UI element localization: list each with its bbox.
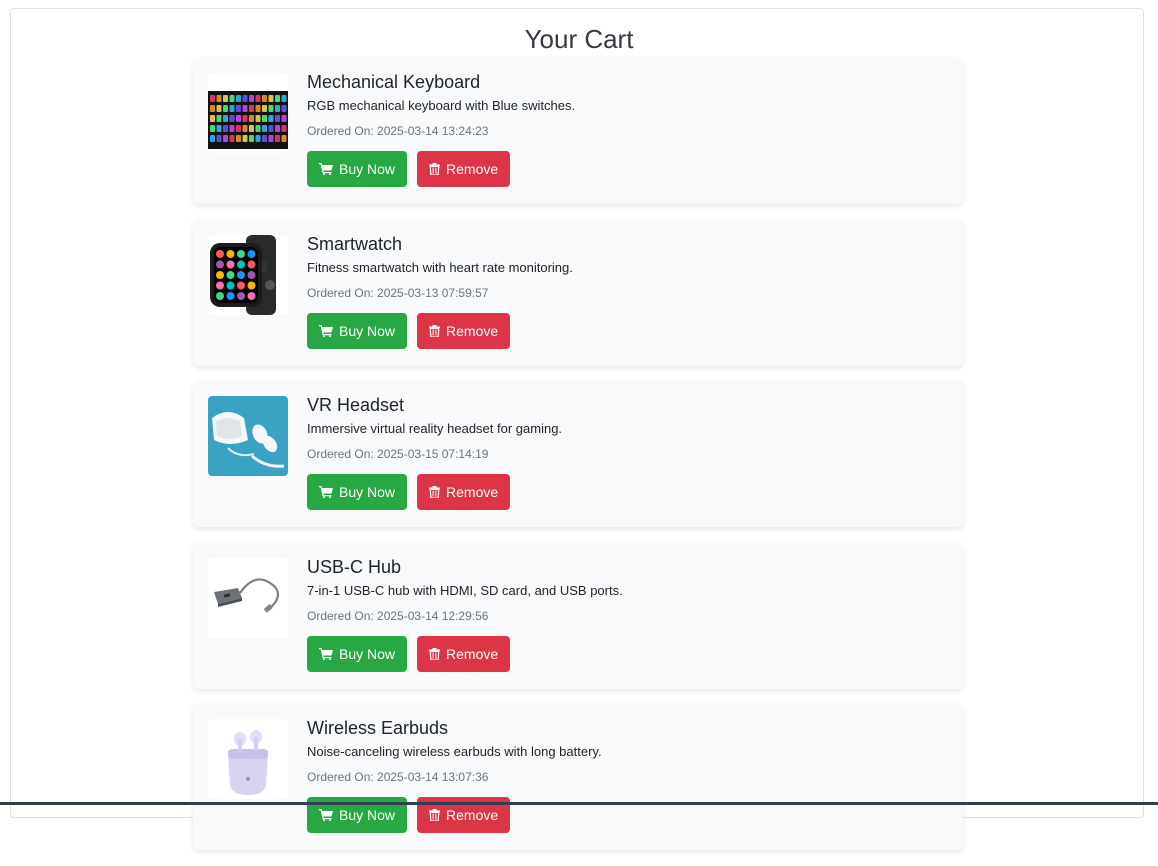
order-date: Ordered On: 2025-03-13 07:59:57 bbox=[307, 285, 489, 300]
remove-label: Remove bbox=[446, 807, 499, 823]
buy-now-button[interactable]: Buy Now bbox=[307, 635, 408, 672]
buy-now-button[interactable]: Buy Now bbox=[307, 151, 408, 187]
product-description: Noise-canceling wireless earbuds with lo… bbox=[307, 744, 602, 759]
order-date: Ordered On: 2025-03-14 13:24:23 bbox=[307, 124, 489, 138]
order-date: Ordered On: 2025-03-14 13:07:36 bbox=[307, 770, 489, 784]
product-name: Wireless Earbuds bbox=[307, 718, 449, 738]
remove-label: Remove bbox=[446, 484, 499, 500]
trash-icon bbox=[429, 809, 441, 821]
remove-button[interactable]: Remove bbox=[417, 635, 511, 672]
product-description: Fitness smartwatch with heart rate monit… bbox=[307, 259, 573, 275]
cart-list: Mechanical Keyboard RGB mechanical keybo… bbox=[193, 58, 963, 866]
product-description: 7-in-1 USB-C hub with HDMI, SD card, and… bbox=[307, 582, 623, 598]
cart-item: USB-C Hub 7-in-1 USB-C hub with HDMI, SD… bbox=[193, 542, 963, 689]
remove-label: Remove bbox=[446, 322, 499, 339]
cart-icon bbox=[319, 163, 333, 175]
earbuds-image bbox=[208, 719, 288, 799]
product-name: VR Headset bbox=[307, 395, 405, 415]
buy-now-label: Buy Now bbox=[339, 484, 396, 500]
product-description: Immersive virtual reality headset for ga… bbox=[307, 421, 563, 436]
cart-icon bbox=[319, 809, 333, 821]
remove-label: Remove bbox=[446, 645, 499, 662]
cart-item: Smartwatch Fitness smartwatch with heart… bbox=[193, 219, 963, 366]
remove-button[interactable]: Remove bbox=[417, 474, 511, 510]
trash-icon bbox=[429, 163, 441, 175]
cart-item: VR Headset Immersive virtual reality hea… bbox=[193, 381, 963, 527]
buy-now-label: Buy Now bbox=[339, 161, 396, 177]
cart-icon bbox=[319, 647, 333, 660]
vr-headset-image bbox=[208, 396, 288, 476]
cart-icon bbox=[319, 486, 333, 498]
product-name: Smartwatch bbox=[307, 233, 403, 254]
smartwatch-image bbox=[208, 234, 288, 315]
keyboard-image bbox=[208, 73, 288, 153]
product-name: USB-C Hub bbox=[307, 556, 402, 577]
buy-now-label: Buy Now bbox=[339, 322, 396, 339]
remove-button[interactable]: Remove bbox=[417, 312, 511, 349]
buy-now-label: Buy Now bbox=[339, 645, 396, 662]
cart-icon bbox=[319, 324, 333, 337]
product-description: RGB mechanical keyboard with Blue switch… bbox=[307, 98, 576, 113]
order-date: Ordered On: 2025-03-15 07:14:19 bbox=[307, 447, 489, 461]
cart-item: Mechanical Keyboard RGB mechanical keybo… bbox=[193, 58, 963, 204]
buy-now-button[interactable]: Buy Now bbox=[307, 474, 408, 510]
buy-now-label: Buy Now bbox=[339, 807, 396, 823]
usb-hub-image bbox=[208, 557, 288, 638]
trash-icon bbox=[429, 486, 441, 498]
page-title: Your Cart bbox=[524, 24, 634, 55]
product-name: Mechanical Keyboard bbox=[307, 72, 481, 92]
trash-icon bbox=[429, 647, 441, 660]
cart-item: Wireless Earbuds Noise-canceling wireles… bbox=[193, 704, 963, 850]
remove-label: Remove bbox=[446, 161, 499, 177]
remove-button[interactable]: Remove bbox=[417, 151, 511, 187]
buy-now-button[interactable]: Buy Now bbox=[307, 312, 408, 349]
trash-icon bbox=[429, 324, 441, 337]
order-date: Ordered On: 2025-03-14 12:29:56 bbox=[307, 608, 489, 623]
